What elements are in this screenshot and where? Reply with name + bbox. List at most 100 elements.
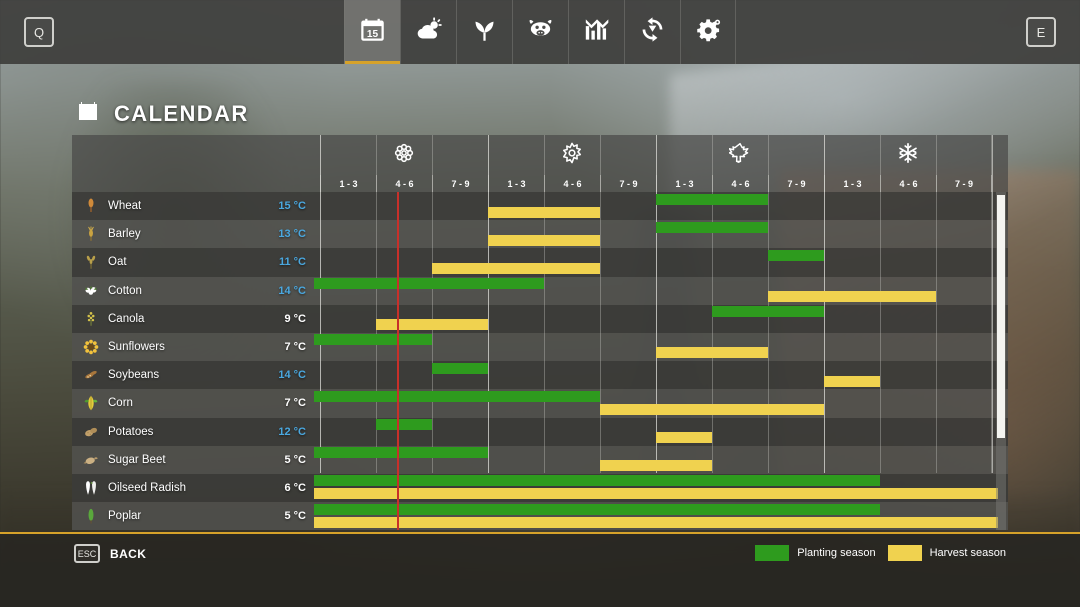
- crop-rows-container: Wheat 15 °C Barley 13 °C Oat 11 °C Cotton 14 °C…: [72, 192, 1008, 530]
- legend-swatch: [887, 545, 922, 561]
- weather-icon: [415, 16, 442, 48]
- harvest-season-bar: [488, 206, 600, 218]
- period-label-0: 1 - 3: [320, 175, 376, 192]
- harvest-season-bar: [600, 403, 824, 415]
- svg-text:15: 15: [367, 29, 379, 40]
- poplar-icon: [82, 506, 100, 526]
- nav-tab-animals[interactable]: [512, 0, 568, 64]
- nav-tab-production[interactable]: [624, 0, 680, 64]
- crop-name: Soybeans: [108, 369, 160, 382]
- bar-chart-icon: [583, 16, 610, 48]
- canola-icon: [82, 309, 100, 329]
- crop-temperature: 13 °C: [278, 228, 306, 241]
- leaf-icon: [728, 142, 751, 169]
- radish-icon: [82, 478, 100, 498]
- barley-icon: [82, 224, 100, 244]
- sun-icon: [561, 142, 583, 169]
- crop-row[interactable]: Corn 7 °C: [72, 389, 1008, 418]
- planting-season-bar: [314, 278, 544, 290]
- crop-row[interactable]: Oat 11 °C: [72, 248, 1008, 277]
- svg-text:15: 15: [83, 109, 93, 119]
- nav-tab-settings[interactable]: [680, 0, 736, 64]
- legend-item: Planting season: [755, 545, 876, 561]
- period-label-6: 1 - 3: [656, 175, 712, 192]
- crop-name: Sugar Beet: [108, 453, 166, 466]
- period-label-10: 4 - 6: [880, 175, 936, 192]
- crop-season-track: [320, 305, 1008, 333]
- crop-info-cell: Corn 7 °C: [72, 389, 320, 417]
- crop-season-track: [320, 361, 1008, 389]
- harvest-season-bar: [824, 375, 880, 387]
- nav-tab-calendar[interactable]: 15: [344, 0, 400, 64]
- crop-row[interactable]: Poplar 5 °C: [72, 502, 1008, 530]
- crop-row[interactable]: Wheat 15 °C: [72, 192, 1008, 221]
- crop-info-cell: Potatoes 12 °C: [72, 418, 320, 446]
- crop-season-track: [314, 502, 1008, 530]
- crop-row[interactable]: Canola 9 °C: [72, 304, 1008, 333]
- crop-temperature: 11 °C: [278, 256, 306, 269]
- next-page-key[interactable]: E: [980, 0, 1080, 64]
- back-button[interactable]: ESC BACK: [74, 544, 146, 563]
- legend-label: Planting season: [797, 547, 876, 559]
- legend-label: Harvest season: [929, 547, 1006, 559]
- back-button-label: BACK: [110, 546, 147, 561]
- crop-info-cell: Poplar 5 °C: [72, 502, 320, 530]
- crop-season-track: [320, 248, 1008, 276]
- period-label-9: 1 - 3: [824, 175, 880, 192]
- season-header-autumn: [656, 135, 824, 175]
- prev-page-key[interactable]: Q: [0, 0, 100, 64]
- harvest-season-bar: [768, 291, 936, 303]
- period-label-4: 4 - 6: [544, 175, 600, 192]
- period-label-1: 4 - 6: [376, 175, 432, 192]
- crop-temperature: 14 °C: [278, 369, 306, 382]
- crop-temperature: 15 °C: [278, 200, 306, 213]
- crop-row[interactable]: Sunflowers 7 °C: [72, 332, 1008, 362]
- legend: Planting season Harvest season: [755, 545, 1006, 561]
- crop-row[interactable]: Sugar Beet 5 °C: [72, 445, 1008, 474]
- cotton-icon: [82, 281, 100, 301]
- page-title: 15 CALENDAR: [76, 99, 249, 128]
- current-day-marker: [397, 192, 399, 530]
- crop-temperature: 12 °C: [278, 425, 306, 438]
- crop-season-track: [314, 277, 1008, 305]
- harvest-season-bar: [314, 488, 998, 500]
- calendar-panel: 1 - 34 - 67 - 91 - 34 - 67 - 91 - 34 - 6…: [72, 135, 1008, 530]
- top-navigation-bar: Q 15 E: [0, 0, 1080, 64]
- key-e[interactable]: E: [1026, 17, 1056, 47]
- crop-season-track: [314, 333, 1008, 361]
- crop-season-track: [314, 474, 1008, 502]
- crop-name: Wheat: [108, 200, 142, 213]
- nav-tab-weather[interactable]: [400, 0, 456, 64]
- crop-info-cell: Oat 11 °C: [72, 248, 320, 276]
- crop-info-cell: Soybeans 14 °C: [72, 361, 320, 389]
- seedling-icon: [471, 16, 498, 48]
- period-label-11: 7 - 9: [936, 175, 992, 192]
- scrollbar-thumb[interactable]: [997, 195, 1005, 438]
- harvest-season-bar: [314, 516, 998, 528]
- crop-row[interactable]: Oilseed Radish 6 °C: [72, 473, 1008, 503]
- crop-name: Poplar: [108, 510, 142, 523]
- crop-temperature: 9 °C: [284, 312, 306, 325]
- crop-name: Barley: [108, 228, 141, 241]
- crop-row[interactable]: Potatoes 12 °C: [72, 417, 1008, 446]
- season-header-row: [320, 135, 992, 175]
- nav-tab-plants[interactable]: [456, 0, 512, 64]
- key-esc[interactable]: ESC: [74, 544, 100, 563]
- planting-season-bar: [656, 221, 768, 233]
- vertical-scrollbar[interactable]: [996, 192, 1006, 530]
- crop-row[interactable]: Cotton 14 °C: [72, 276, 1008, 305]
- corn-icon: [82, 393, 100, 413]
- crop-info-cell: Barley 13 °C: [72, 220, 320, 248]
- nav-tab-statistics[interactable]: [568, 0, 624, 64]
- key-q[interactable]: Q: [24, 17, 54, 47]
- legend-item: Harvest season: [887, 545, 1006, 561]
- period-label-7: 4 - 6: [712, 175, 768, 192]
- crop-name: Oat: [108, 256, 127, 269]
- crop-row[interactable]: Soybeans 14 °C: [72, 361, 1008, 390]
- crop-row[interactable]: Barley 13 °C: [72, 220, 1008, 249]
- crop-name: Cotton: [108, 284, 142, 297]
- crop-info-cell: Cotton 14 °C: [72, 277, 320, 305]
- harvest-season-bar: [432, 262, 600, 274]
- crop-info-cell: Oilseed Radish 6 °C: [72, 474, 320, 502]
- crop-info-cell: Canola 9 °C: [72, 305, 320, 333]
